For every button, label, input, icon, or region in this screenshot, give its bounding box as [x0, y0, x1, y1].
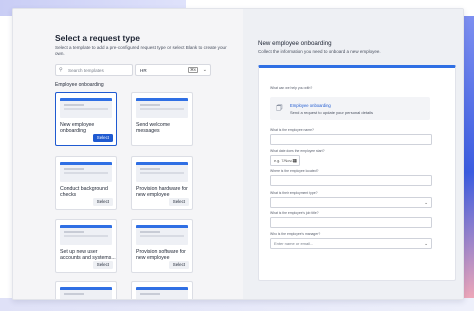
search-input[interactable]: ⚲ Search templates [55, 64, 133, 76]
select-button[interactable]: Select [168, 198, 189, 206]
template-name: Set up new user accounts and systems... [60, 249, 116, 262]
employment-type-select[interactable]: ⌄ [270, 197, 432, 208]
template-name: Conduct background checks [60, 186, 108, 199]
template-name: Provision software for new employee [136, 249, 186, 262]
keyboard-shortcut-badge: ⌘K [188, 67, 199, 73]
calendar-icon: ▦ [292, 157, 297, 163]
chevron-down-icon: ⌄ [202, 67, 207, 73]
select-button[interactable]: Select [168, 261, 189, 269]
template-card[interactable]: Conduct background checks Select [55, 156, 117, 210]
page-title: Select a request type [55, 33, 141, 43]
template-name: Provision hardware for new employee [136, 186, 188, 199]
start-date-field[interactable]: e.g. 7/Nov/23 ▦ [270, 155, 300, 166]
chevron-down-icon: ⌄ [424, 199, 428, 205]
field-label: What is their employment type? [270, 191, 318, 195]
job-title-field[interactable] [270, 217, 432, 228]
field-label: What is the employee's job title? [270, 211, 319, 215]
template-card[interactable]: Provision software for new employee Sele… [131, 219, 193, 273]
request-form-preview: What can we help you with? 🗇 Employee on… [258, 65, 456, 281]
template-card[interactable] [55, 281, 117, 299]
template-card[interactable] [131, 281, 193, 299]
category-select[interactable]: HR ⌘K ⌄ [135, 64, 211, 76]
id-card-icon: 🗇 [276, 105, 283, 112]
template-preview [136, 287, 188, 299]
category-heading: Employee onboarding [55, 82, 104, 88]
preview-description: Collect the information you need to onbo… [258, 49, 381, 54]
template-name: Send welcome messages [136, 122, 171, 135]
field-label: What date does the employee start? [270, 149, 325, 153]
template-card[interactable]: Provision hardware for new employee Sele… [131, 156, 193, 210]
manager-placeholder: Enter name or email... [274, 241, 314, 246]
search-placeholder: Search templates [68, 67, 104, 73]
app-window: Select a request type Select a template … [12, 8, 464, 300]
template-preview-pane: New employee onboarding Collect the info… [243, 9, 463, 299]
employee-name-field[interactable] [270, 134, 432, 145]
select-button[interactable]: Select [92, 198, 113, 206]
field-label: Who is the employee's manager? [270, 232, 321, 236]
category-select-value: HR [140, 67, 147, 73]
template-preview [60, 162, 112, 182]
request-type-option[interactable]: 🗇 Employee onboarding Send a request to … [270, 97, 430, 120]
template-picker-pane: Select a request type Select a template … [13, 9, 243, 299]
preview-title: New employee onboarding [258, 40, 332, 47]
template-preview [136, 98, 188, 118]
template-card[interactable]: Set up new user accounts and systems... … [55, 219, 117, 273]
field-label: What can we help you with? [270, 86, 313, 90]
page-subtitle: Select a template to add a pre-configure… [55, 45, 227, 56]
manager-select[interactable]: Enter name or email... ⌄ [270, 238, 432, 249]
template-preview [60, 287, 112, 299]
template-preview [136, 225, 188, 245]
template-card[interactable]: New employee onboarding Select [55, 92, 117, 146]
template-preview [136, 162, 188, 182]
select-button[interactable]: Select [92, 261, 113, 269]
location-field[interactable] [270, 175, 432, 186]
template-card[interactable]: Send welcome messages [131, 92, 193, 146]
select-button[interactable]: Select [92, 134, 113, 142]
option-title: Employee onboarding [290, 103, 331, 108]
option-description: Send a request to update your personal d… [290, 110, 373, 115]
field-label: Where is the employee located? [270, 169, 319, 173]
template-name: New employee onboarding [60, 122, 95, 135]
field-label: What is the employee name? [270, 128, 314, 132]
template-preview [60, 225, 112, 245]
chevron-down-icon: ⌄ [424, 240, 428, 246]
template-preview [60, 98, 112, 118]
search-icon: ⚲ [59, 67, 63, 73]
